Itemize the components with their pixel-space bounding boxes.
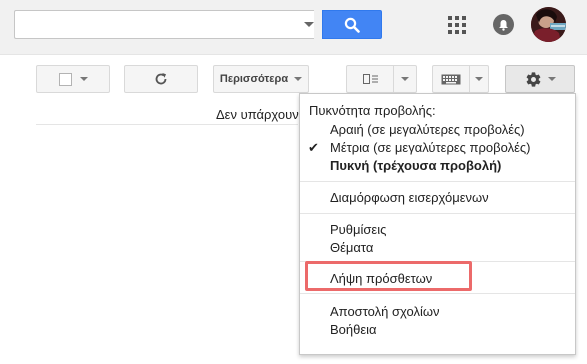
menu-item-settings[interactable]: Ρυθμίσεις [330, 222, 386, 237]
display-density-header: Πυκνότητα προβολής: [309, 103, 436, 118]
checkbox-icon [58, 72, 72, 86]
menu-item-cozy[interactable]: Μέτρια (σε μεγαλύτερες προβολές) [330, 140, 530, 155]
more-label: Περισσότερα [219, 73, 289, 85]
select-checkbox-button[interactable] [36, 65, 110, 93]
split-pane-dropdown[interactable] [393, 65, 417, 93]
settings-button[interactable] [505, 65, 575, 93]
chevron-down-icon [401, 77, 409, 81]
settings-menu: Πυκνότητα προβολής: Αραιή (σε μεγαλύτερε… [299, 93, 576, 355]
menu-item-comfortable[interactable]: Αραιή (σε μεγαλύτερες προβολές) [330, 122, 525, 137]
search-icon [344, 17, 360, 33]
menu-item-themes[interactable]: Θέματα [330, 240, 373, 255]
top-bar [0, 0, 587, 55]
empty-inbox-text: Δεν υπάρχουν [216, 107, 299, 122]
chevron-down-icon [79, 77, 88, 81]
menu-item-configure-inbox[interactable]: Διαμόρφωση εισερχόμενων [330, 190, 489, 205]
split-pane-icon [362, 74, 378, 84]
chevron-down-icon [304, 22, 314, 27]
split-pane-button[interactable] [346, 65, 394, 93]
menu-item-get-addons[interactable]: Λήψη πρόσθετων [330, 271, 432, 286]
menu-separator [300, 213, 575, 214]
chevron-down-icon [294, 77, 303, 81]
apps-grid-icon[interactable] [448, 16, 466, 34]
search-options-dropdown[interactable] [296, 10, 322, 39]
input-tools-dropdown[interactable] [469, 65, 489, 93]
input-tools-button[interactable] [432, 65, 470, 93]
profile-avatar-icon [531, 7, 566, 42]
gear-icon [526, 71, 540, 87]
checkmark-icon: ✔ [308, 140, 319, 155]
menu-separator [300, 261, 575, 262]
menu-separator [300, 181, 575, 182]
notifications-icon[interactable] [493, 14, 514, 35]
refresh-button[interactable] [124, 65, 198, 93]
menu-item-help[interactable]: Βοήθεια [330, 322, 377, 337]
chevron-down-icon [547, 77, 556, 81]
gmail-page: Περισσότερα Δεν υπάρχουν Πυκνότητα προβο… [0, 0, 587, 364]
avatar[interactable] [531, 7, 566, 42]
refresh-icon [155, 73, 167, 85]
bell-icon [499, 19, 508, 31]
menu-item-send-feedback[interactable]: Αποστολή σχολίων [330, 304, 440, 319]
search-button[interactable] [322, 10, 382, 39]
divider [36, 124, 298, 125]
keyboard-icon [441, 74, 461, 84]
menu-item-compact[interactable]: Πυκνή (τρέχουσα προβολή) [330, 158, 501, 173]
chevron-down-icon [475, 77, 483, 81]
more-button[interactable]: Περισσότερα [213, 65, 309, 93]
search-input[interactable] [14, 10, 314, 39]
menu-separator [300, 293, 575, 294]
